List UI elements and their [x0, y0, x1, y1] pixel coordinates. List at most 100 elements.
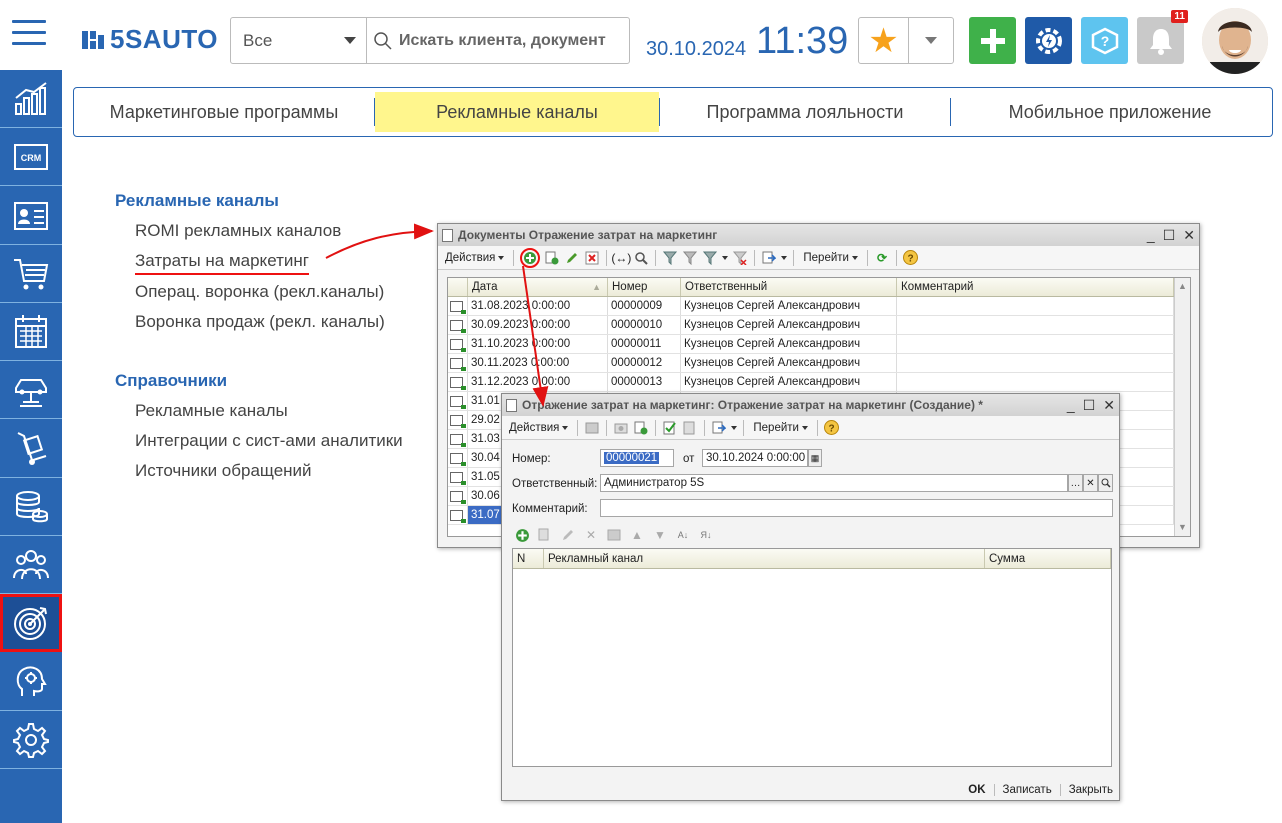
- date-field[interactable]: 30.10.2024 0:00:00: [702, 449, 808, 467]
- post-icon[interactable]: [584, 420, 600, 436]
- sidebar-item-finance[interactable]: [0, 478, 62, 536]
- sidebar-item-warehouse[interactable]: [0, 420, 62, 478]
- user-avatar[interactable]: [1202, 8, 1268, 74]
- favorites-dropdown[interactable]: [909, 18, 953, 63]
- menu-link-request-sources[interactable]: Источники обращений: [135, 461, 312, 481]
- tab-ad-channels[interactable]: Рекламные каналы: [375, 92, 659, 132]
- select-ellipsis-icon[interactable]: …: [1068, 474, 1083, 492]
- grid-header-number[interactable]: Номер: [608, 278, 681, 296]
- sidebar-item-support[interactable]: [0, 653, 62, 711]
- tab-mobile-app[interactable]: Мобильное приложение: [951, 88, 1269, 136]
- hamburger-menu-icon[interactable]: [12, 20, 46, 46]
- table-header-n[interactable]: N: [513, 549, 544, 568]
- settings-quick-button[interactable]: [1025, 17, 1072, 64]
- add-icon[interactable]: [520, 247, 541, 268]
- table-row[interactable]: 31.10.2023 0:00:00 00000011 Кузнецов Серге…: [448, 335, 1190, 354]
- goto-menu[interactable]: Перейти: [800, 252, 861, 264]
- close-icon[interactable]: ✕: [1183, 227, 1195, 244]
- table-header-amount[interactable]: Сумма: [985, 549, 1111, 568]
- star-icon[interactable]: ★: [859, 18, 909, 63]
- copy-row-icon[interactable]: [537, 527, 553, 543]
- edit-row-icon[interactable]: [560, 527, 576, 543]
- refresh-icon[interactable]: ⟳: [874, 250, 890, 266]
- table-row[interactable]: 31.12.2023 0:00:00 00000013 Кузнецов Серге…: [448, 373, 1190, 392]
- help-icon[interactable]: ?: [824, 420, 840, 436]
- filter-history-icon[interactable]: [702, 250, 718, 266]
- post-and-close-icon[interactable]: [662, 420, 678, 436]
- table-header-ad-channel[interactable]: Рекламный канал: [544, 549, 985, 568]
- comment-field[interactable]: [600, 499, 1113, 517]
- scroll-up-icon[interactable]: ▲: [1175, 281, 1190, 291]
- copy-icon[interactable]: [633, 420, 649, 436]
- menu-link-ad-channels[interactable]: Рекламные каналы: [135, 401, 288, 421]
- close-icon[interactable]: ✕: [1103, 397, 1115, 414]
- search-input[interactable]: [399, 31, 619, 50]
- clear-icon[interactable]: ✕: [1083, 474, 1098, 492]
- sidebar-item-sales[interactable]: [0, 245, 62, 303]
- menu-link-operational-funnel[interactable]: Операц. воронка (рекл.каналы): [135, 282, 384, 302]
- sort-asc-icon[interactable]: A↓: [675, 527, 691, 543]
- structure-icon[interactable]: [761, 250, 777, 266]
- filter-by-value-icon[interactable]: [682, 250, 698, 266]
- minimize-icon[interactable]: _: [1147, 227, 1155, 244]
- table-row[interactable]: 31.08.2023 0:00:00 00000009 Кузнецов Серге…: [448, 297, 1190, 316]
- sidebar-item-clients[interactable]: [0, 187, 62, 245]
- save-button[interactable]: Записать: [1003, 784, 1052, 796]
- edit-icon[interactable]: [564, 250, 580, 266]
- delete-icon[interactable]: [584, 250, 600, 266]
- minimize-icon[interactable]: _: [1067, 397, 1075, 414]
- maximize-icon[interactable]: ☐: [1083, 397, 1096, 414]
- vertical-scrollbar[interactable]: ▲ ▼: [1174, 278, 1190, 536]
- actions-menu[interactable]: Действия: [442, 252, 507, 264]
- sidebar-item-calendar[interactable]: [0, 303, 62, 361]
- table-row[interactable]: 30.11.2023 0:00:00 00000012 Кузнецов Серге…: [448, 354, 1190, 373]
- menu-link-analytics-integrations[interactable]: Интеграции с сист-ами аналитики: [135, 431, 403, 451]
- add-row-icon[interactable]: [514, 527, 530, 543]
- sidebar-item-settings[interactable]: [0, 711, 62, 769]
- table-row[interactable]: 30.09.2023 0:00:00 00000010 Кузнецов Серге…: [448, 316, 1190, 335]
- open-search-icon[interactable]: [1098, 474, 1113, 492]
- unpost-icon[interactable]: [682, 420, 698, 436]
- copy-icon[interactable]: [544, 250, 560, 266]
- responsible-field[interactable]: Администратор 5S: [600, 474, 1068, 492]
- interval-icon[interactable]: (↔): [611, 250, 631, 266]
- maximize-icon[interactable]: ☐: [1163, 227, 1176, 244]
- structure-icon[interactable]: [711, 420, 727, 436]
- tab-loyalty-program[interactable]: Программа лояльности: [660, 88, 950, 136]
- find-icon[interactable]: [633, 250, 649, 266]
- goto-menu[interactable]: Перейти: [750, 422, 811, 434]
- move-up-icon[interactable]: ▲: [629, 527, 645, 543]
- actions-menu[interactable]: Действия: [506, 422, 571, 434]
- chevron-down-icon[interactable]: [731, 425, 738, 430]
- grid-header-responsible[interactable]: Ответственный: [681, 278, 897, 296]
- chevron-down-icon[interactable]: [722, 255, 729, 260]
- help-icon[interactable]: ?: [903, 250, 919, 266]
- sidebar-item-marketing[interactable]: [0, 594, 62, 652]
- sidebar-item-analytics[interactable]: [0, 70, 62, 128]
- sidebar-item-service[interactable]: [0, 361, 62, 419]
- delete-row-icon[interactable]: ✕: [583, 527, 599, 543]
- sort-desc-icon[interactable]: Я↓: [698, 527, 714, 543]
- add-button[interactable]: [969, 17, 1016, 64]
- move-down-icon[interactable]: ▼: [652, 527, 668, 543]
- search-scope-select[interactable]: Все: [231, 18, 367, 63]
- end-edit-icon[interactable]: [606, 527, 622, 543]
- calendar-picker-icon[interactable]: ▦: [808, 449, 822, 467]
- grid-header-comment[interactable]: Комментарий: [897, 278, 1174, 296]
- menu-link-sales-funnel[interactable]: Воронка продаж (рекл. каналы): [135, 312, 385, 332]
- menu-link-romi[interactable]: ROMI рекламных каналов: [135, 221, 341, 241]
- chevron-down-icon[interactable]: [781, 255, 788, 260]
- grid-header-date[interactable]: Дата ▲: [468, 278, 608, 296]
- sidebar-item-crm[interactable]: CRM: [0, 128, 62, 186]
- menu-link-marketing-costs[interactable]: Затраты на маркетинг: [135, 251, 309, 275]
- clear-filter-icon[interactable]: [732, 250, 748, 266]
- help-button[interactable]: ?: [1081, 17, 1128, 64]
- filter-icon[interactable]: [662, 250, 678, 266]
- tab-marketing-programs[interactable]: Маркетинговые программы: [74, 88, 374, 136]
- close-button[interactable]: Закрыть: [1069, 784, 1113, 796]
- ok-button[interactable]: OK: [968, 784, 985, 796]
- notifications-button[interactable]: 11: [1137, 10, 1188, 64]
- photo-icon[interactable]: [613, 420, 629, 436]
- scroll-down-icon[interactable]: ▼: [1175, 522, 1190, 532]
- number-field[interactable]: 00000021: [600, 449, 674, 467]
